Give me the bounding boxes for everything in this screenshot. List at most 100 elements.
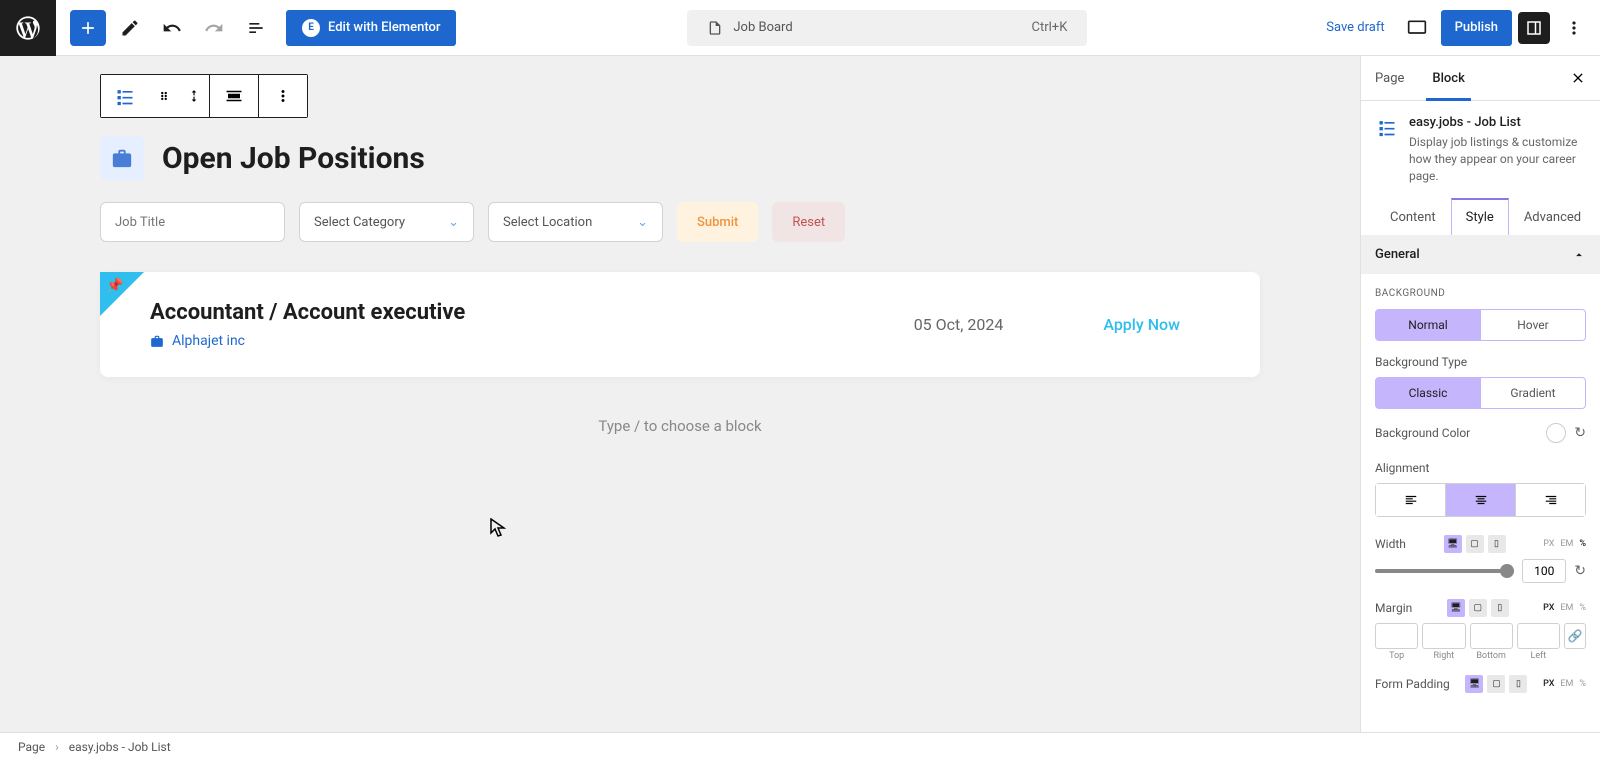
- sidebar-icon: [1525, 19, 1543, 37]
- unit-pct[interactable]: %: [1579, 679, 1586, 689]
- topbar: E Edit with Elementor Job Board Ctrl+K S…: [0, 0, 1600, 56]
- margin-units: PX EM %: [1543, 603, 1586, 613]
- bg-type-toggle: Classic Gradient: [1375, 377, 1586, 409]
- device-mobile[interactable]: ▯: [1509, 675, 1527, 693]
- panel-general-head[interactable]: General: [1361, 235, 1600, 274]
- location-label: Select Location: [503, 215, 592, 230]
- align-center-button[interactable]: [1445, 484, 1515, 516]
- bg-gradient-button[interactable]: Gradient: [1481, 377, 1586, 409]
- align-right-button[interactable]: [1515, 484, 1585, 516]
- margin-right-input[interactable]: [1422, 623, 1465, 649]
- tab-block[interactable]: Block: [1418, 56, 1478, 100]
- align-left-icon: [1404, 493, 1418, 507]
- align-center-icon: [1474, 493, 1488, 507]
- unit-px[interactable]: PX: [1543, 603, 1554, 613]
- job-date: 05 Oct, 2024: [914, 315, 1004, 334]
- subtab-content[interactable]: Content: [1375, 198, 1451, 235]
- close-icon: [1570, 70, 1586, 86]
- unit-px[interactable]: PX: [1543, 679, 1554, 689]
- panel-general-label: General: [1375, 247, 1420, 262]
- device-tablet[interactable]: ▢: [1466, 535, 1484, 553]
- company-name: Alphajet inc: [172, 333, 245, 349]
- save-draft-button[interactable]: Save draft: [1318, 12, 1392, 43]
- preview-button[interactable]: [1399, 10, 1435, 46]
- apply-button[interactable]: Apply Now: [1103, 315, 1180, 334]
- width-label: Width: [1375, 537, 1406, 551]
- wordpress-logo[interactable]: [0, 0, 56, 56]
- joblist-block-icon: [115, 86, 135, 106]
- unit-px[interactable]: PX: [1543, 539, 1554, 549]
- margin-bottom-input[interactable]: [1470, 623, 1513, 649]
- unit-pct[interactable]: %: [1579, 603, 1586, 613]
- options-button[interactable]: [1556, 10, 1592, 46]
- breadcrumb-current[interactable]: easy.jobs - Job List: [69, 740, 171, 754]
- subtab-style[interactable]: Style: [1451, 198, 1509, 235]
- align-width-button[interactable]: [210, 75, 258, 117]
- device-desktop[interactable]: 🖥: [1444, 535, 1462, 553]
- bg-hover-button[interactable]: Hover: [1481, 309, 1586, 341]
- device-mobile[interactable]: ▯: [1491, 599, 1509, 617]
- main: Open Job Positions Select Category ⌄ Sel…: [0, 56, 1600, 732]
- reset-button[interactable]: Reset: [772, 202, 845, 242]
- unit-em[interactable]: EM: [1560, 603, 1573, 613]
- align-right-icon: [1544, 493, 1558, 507]
- reset-color-button[interactable]: ↻: [1574, 425, 1586, 441]
- bg-classic-button[interactable]: Classic: [1375, 377, 1481, 409]
- width-value-input[interactable]: [1522, 559, 1566, 583]
- block-appender[interactable]: Type / to choose a block: [100, 377, 1260, 435]
- breadcrumb: Page › easy.jobs - Job List: [0, 732, 1600, 760]
- edit-button[interactable]: [112, 10, 148, 46]
- align-wide-icon: [225, 87, 243, 105]
- edit-elementor-button[interactable]: E Edit with Elementor: [286, 10, 456, 46]
- slider-thumb[interactable]: [1500, 564, 1514, 578]
- plus-icon: [78, 18, 98, 38]
- job-company[interactable]: Alphajet inc: [150, 333, 914, 349]
- redo-button[interactable]: [196, 10, 232, 46]
- align-left-button[interactable]: [1376, 484, 1445, 516]
- unit-em[interactable]: EM: [1560, 679, 1573, 689]
- unit-em[interactable]: EM: [1560, 539, 1573, 549]
- block-options-button[interactable]: [259, 75, 307, 117]
- device-tablet[interactable]: ▢: [1487, 675, 1505, 693]
- close-sidebar-button[interactable]: [1556, 56, 1600, 100]
- settings-sidebar-toggle[interactable]: [1518, 12, 1550, 44]
- page-icon: [707, 20, 723, 36]
- bg-normal-button[interactable]: Normal: [1375, 309, 1481, 341]
- select-block-button[interactable]: [101, 75, 149, 117]
- margin-bottom-label: Bottom: [1470, 651, 1513, 661]
- reset-width-button[interactable]: ↻: [1574, 563, 1586, 579]
- briefcase-icon: [100, 136, 144, 180]
- device-tablet[interactable]: ▢: [1469, 599, 1487, 617]
- subtab-advanced[interactable]: Advanced: [1509, 198, 1596, 235]
- submit-button[interactable]: Submit: [677, 202, 758, 242]
- device-desktop[interactable]: 🖥: [1447, 599, 1465, 617]
- move-block-button[interactable]: [179, 75, 209, 117]
- breadcrumb-root[interactable]: Page: [18, 740, 45, 754]
- move-updown-icon: [187, 89, 201, 103]
- link-values-button[interactable]: 🔗: [1564, 623, 1586, 649]
- margin-left-input[interactable]: [1517, 623, 1560, 649]
- command-palette-button[interactable]: Job Board Ctrl+K: [687, 10, 1087, 46]
- bg-color-swatch[interactable]: [1546, 423, 1566, 443]
- undo-button[interactable]: [154, 10, 190, 46]
- settings-sidebar: Page Block easy.jobs - Job List Display …: [1360, 56, 1600, 732]
- tab-page[interactable]: Page: [1361, 56, 1418, 100]
- sidebar-tabs: Page Block: [1361, 56, 1600, 101]
- device-mobile[interactable]: ▯: [1488, 535, 1506, 553]
- more-vertical-icon: [1564, 18, 1584, 38]
- location-select[interactable]: Select Location ⌄: [488, 202, 663, 242]
- margin-top-label: Top: [1375, 651, 1418, 661]
- unit-pct[interactable]: %: [1579, 539, 1586, 549]
- list-view-button[interactable]: [238, 10, 274, 46]
- job-title-input[interactable]: [100, 202, 285, 242]
- job-board-block[interactable]: Open Job Positions Select Category ⌄ Sel…: [100, 136, 1260, 377]
- elementor-label: Edit with Elementor: [328, 20, 440, 35]
- device-desktop[interactable]: 🖥: [1465, 675, 1483, 693]
- category-select[interactable]: Select Category ⌄: [299, 202, 474, 242]
- publish-button[interactable]: Publish: [1441, 10, 1512, 46]
- drag-handle[interactable]: [149, 75, 179, 117]
- doc-title-text: Job Board: [733, 20, 792, 35]
- margin-top-input[interactable]: [1375, 623, 1418, 649]
- width-slider[interactable]: [1375, 569, 1514, 573]
- add-block-button[interactable]: [70, 10, 106, 46]
